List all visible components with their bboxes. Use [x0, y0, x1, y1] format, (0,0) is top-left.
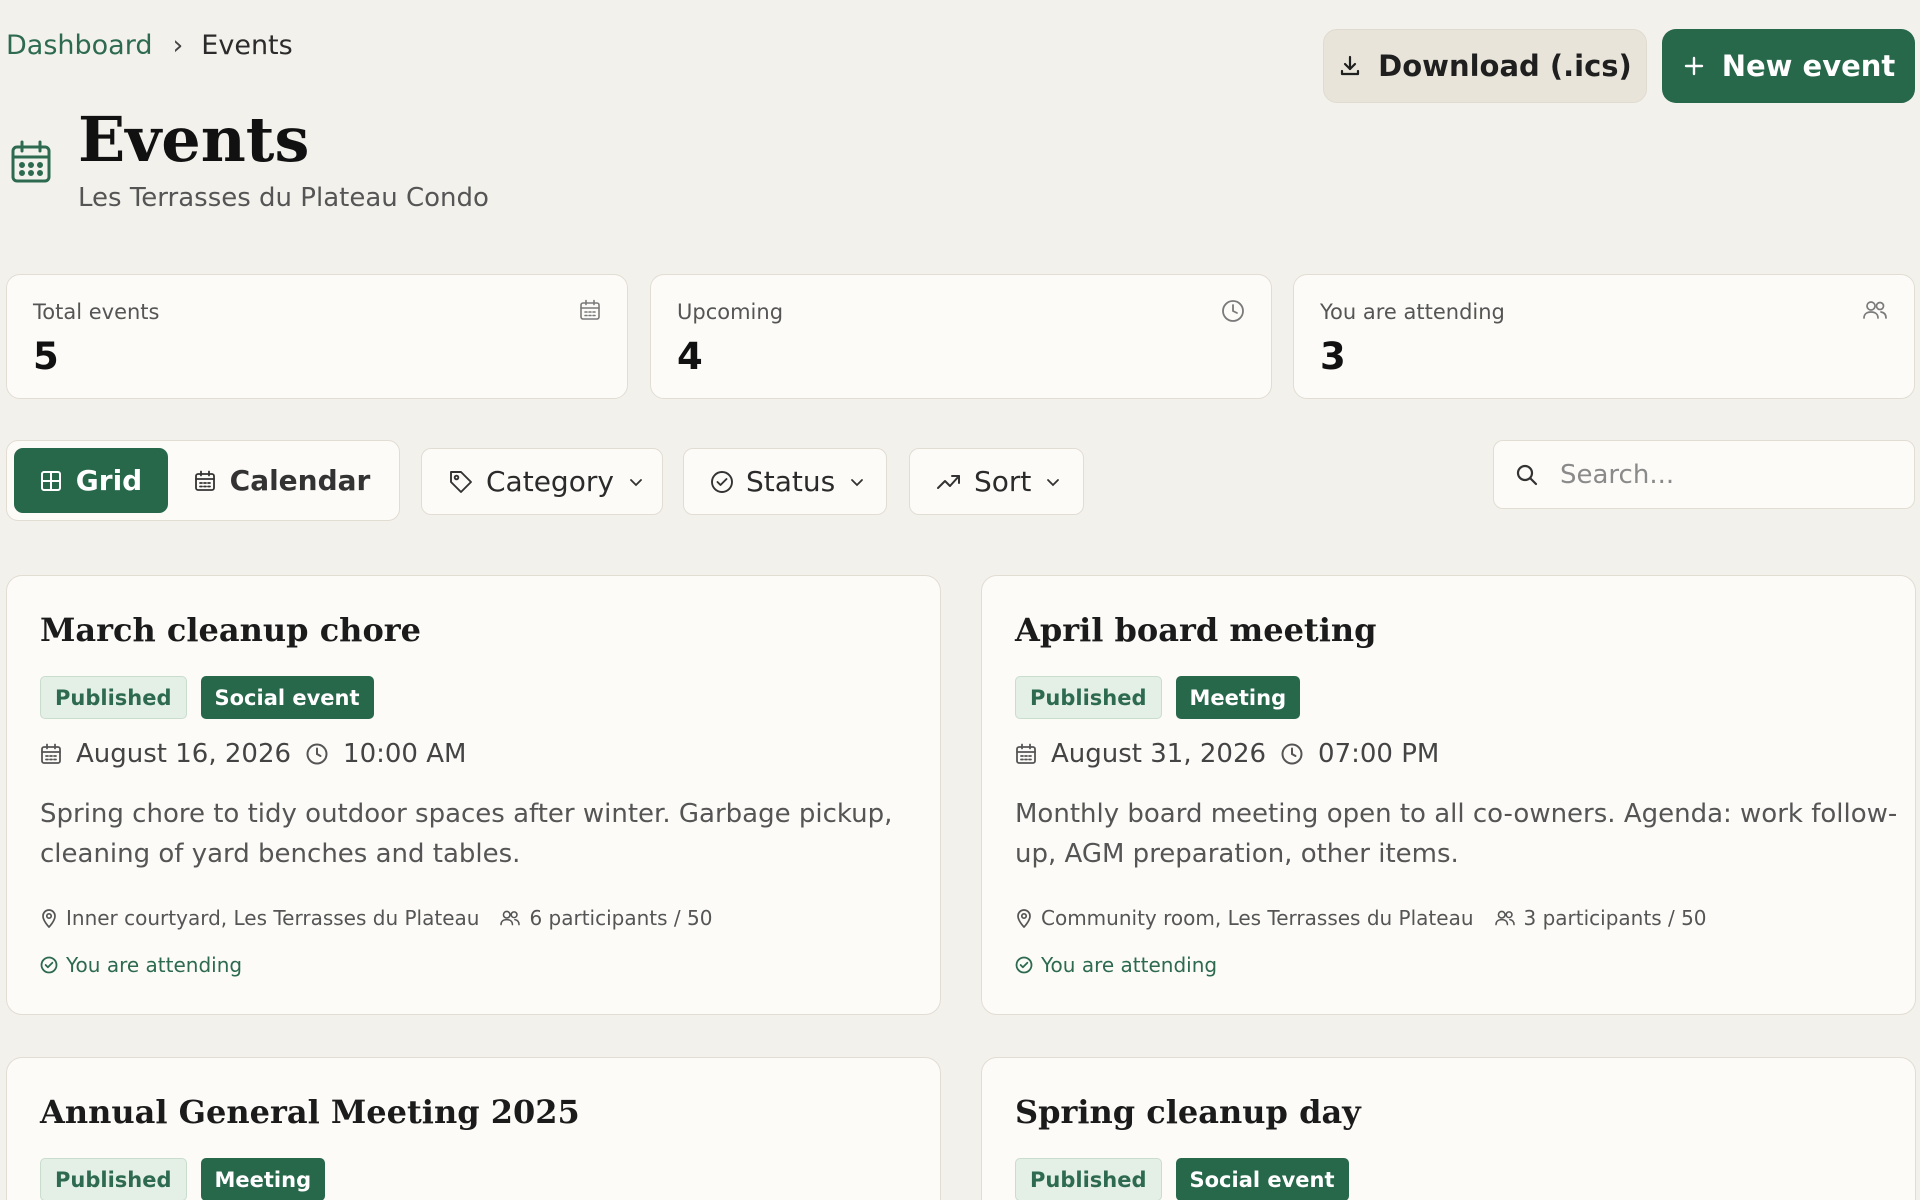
- event-badges: Published Social event: [40, 676, 388, 719]
- stat-total-events: Total events 5: [6, 274, 628, 399]
- chevron-right-icon: ›: [172, 30, 184, 61]
- event-title[interactable]: April board meeting: [1015, 611, 1377, 649]
- event-date: August 16, 2026: [76, 739, 292, 769]
- new-event-button[interactable]: New event: [1662, 29, 1915, 103]
- clock-icon: [1280, 742, 1304, 766]
- event-badges: Published Social event: [1015, 1158, 1363, 1200]
- users-icon: [1862, 299, 1888, 321]
- search-box: [1493, 440, 1915, 509]
- event-card[interactable]: March cleanup chore Published Social eve…: [6, 575, 941, 1015]
- calendar-icon: [194, 470, 216, 492]
- stat-value: 4: [677, 335, 703, 378]
- stat-upcoming: Upcoming 4: [650, 274, 1272, 399]
- event-badges: Published Meeting: [40, 1158, 339, 1200]
- stat-label: Upcoming: [677, 300, 784, 324]
- attending-label: You are attending: [66, 953, 243, 977]
- calendar-icon: [579, 299, 601, 321]
- event-title[interactable]: March cleanup chore: [40, 611, 421, 649]
- event-datetime: August 16, 2026 10:00 AM: [40, 739, 466, 769]
- event-card[interactable]: Spring cleanup day Published Social even…: [981, 1057, 1916, 1200]
- attending-indicator: You are attending: [1015, 953, 1217, 977]
- status-badge: Published: [1015, 676, 1162, 719]
- event-meta: Inner courtyard, Les Terrasses du Platea…: [40, 906, 712, 930]
- map-pin-icon: [40, 908, 58, 928]
- attending-label: You are attending: [1041, 953, 1218, 977]
- category-badge: Social event: [1175, 1158, 1349, 1200]
- search-input[interactable]: [1560, 451, 1900, 499]
- chevron-down-icon: [628, 474, 644, 490]
- status-badge: Published: [40, 676, 187, 719]
- stat-attending: You are attending 3: [1293, 274, 1915, 399]
- breadcrumb-current: Events: [201, 30, 293, 61]
- users-icon: [499, 909, 521, 927]
- check-circle-icon: [40, 956, 58, 974]
- event-card[interactable]: Annual General Meeting 2025 Published Me…: [6, 1057, 941, 1200]
- event-location: Community room, Les Terrasses du Plateau: [1041, 906, 1474, 930]
- check-circle-icon: [710, 470, 734, 494]
- new-event-label: New event: [1721, 49, 1896, 83]
- download-ics-label: Download (.ics): [1378, 49, 1632, 83]
- category-badge: Social event: [200, 676, 374, 719]
- stat-label: Total events: [33, 300, 160, 324]
- event-participants: 3 participants / 50: [1523, 906, 1707, 930]
- event-title[interactable]: Spring cleanup day: [1015, 1093, 1361, 1131]
- users-icon: [1494, 909, 1516, 927]
- calendar-icon: [10, 140, 52, 184]
- plus-icon: [1682, 54, 1706, 78]
- status-filter-dropdown[interactable]: Status: [683, 448, 887, 515]
- search-icon: [1514, 462, 1540, 488]
- status-badge: Published: [1015, 1158, 1162, 1200]
- page-subtitle: Les Terrasses du Plateau Condo: [78, 183, 489, 213]
- event-datetime: August 31, 2026 07:00 PM: [1015, 739, 1439, 769]
- clock-icon: [1221, 299, 1245, 323]
- map-pin-icon: [1015, 908, 1033, 928]
- event-card[interactable]: April board meeting Published Meeting Au…: [981, 575, 1916, 1015]
- category-badge: Meeting: [1175, 676, 1301, 719]
- event-time: 10:00 AM: [343, 739, 467, 769]
- sort-label: Sort: [974, 465, 1032, 498]
- attending-indicator: You are attending: [40, 953, 242, 977]
- event-title[interactable]: Annual General Meeting 2025: [40, 1093, 580, 1131]
- chevron-down-icon: [1045, 474, 1061, 490]
- event-description: Spring chore to tidy outdoor spaces afte…: [40, 799, 893, 869]
- download-icon: [1338, 54, 1362, 78]
- trending-up-icon: [936, 471, 962, 493]
- event-badges: Published Meeting: [1015, 676, 1314, 719]
- event-time: 07:00 PM: [1318, 739, 1440, 769]
- event-location: Inner courtyard, Les Terrasses du Platea…: [66, 906, 480, 930]
- grid-view-label: Grid: [75, 464, 143, 497]
- event-date: August 31, 2026: [1051, 739, 1267, 769]
- check-circle-icon: [1015, 956, 1033, 974]
- event-description: Monthly board meeting open to all co-own…: [1015, 799, 1898, 869]
- stat-label: You are attending: [1320, 300, 1505, 324]
- tag-icon: [448, 469, 474, 495]
- grid-icon: [40, 470, 62, 492]
- category-badge: Meeting: [200, 1158, 326, 1200]
- breadcrumb-dashboard-link[interactable]: Dashboard: [6, 30, 152, 61]
- sort-dropdown[interactable]: Sort: [909, 448, 1084, 515]
- calendar-view-label: Calendar: [229, 464, 371, 497]
- status-badge: Published: [40, 1158, 187, 1200]
- view-toggle: Grid Calendar: [6, 440, 400, 521]
- event-meta: Community room, Les Terrasses du Plateau…: [1015, 906, 1707, 930]
- page-title: Events: [78, 103, 310, 176]
- stat-value: 5: [33, 335, 59, 378]
- category-filter-dropdown[interactable]: Category: [421, 448, 663, 515]
- chevron-down-icon: [849, 474, 865, 490]
- clock-icon: [305, 742, 329, 766]
- grid-view-button[interactable]: Grid: [14, 448, 168, 513]
- calendar-icon: [1015, 743, 1037, 765]
- breadcrumb: Dashboard › Events: [6, 30, 293, 61]
- calendar-icon: [40, 743, 62, 765]
- status-filter-label: Status: [746, 465, 836, 498]
- stat-value: 3: [1320, 335, 1346, 378]
- download-ics-button[interactable]: Download (.ics): [1323, 29, 1647, 103]
- category-filter-label: Category: [486, 465, 614, 498]
- calendar-view-button[interactable]: Calendar: [177, 448, 387, 513]
- event-participants: 6 participants / 50: [529, 906, 713, 930]
